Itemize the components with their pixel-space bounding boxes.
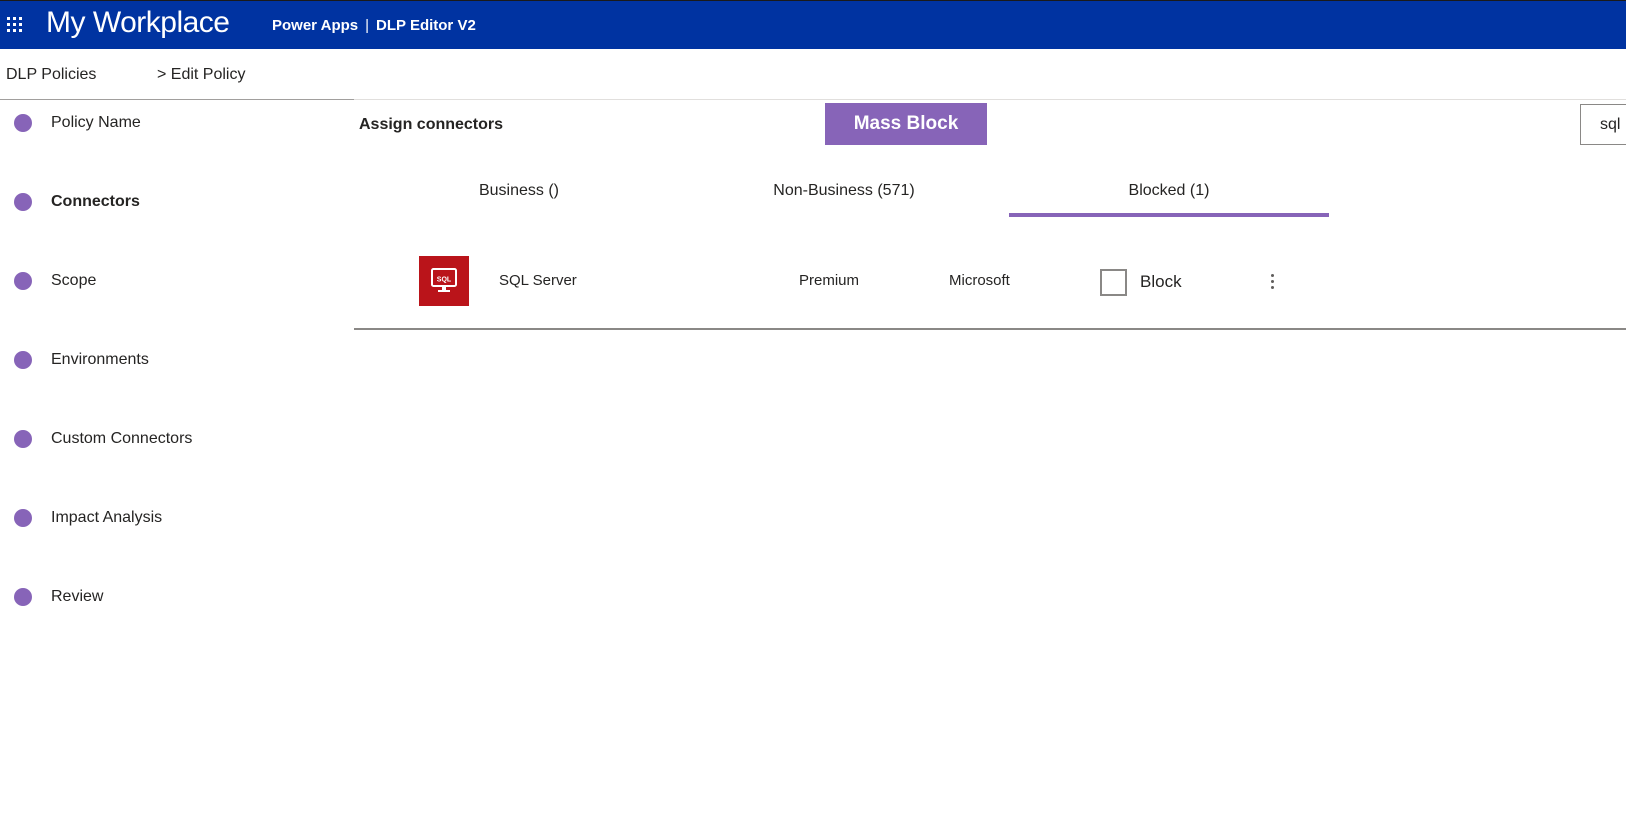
step-dot <box>14 430 32 448</box>
step-connectors[interactable]: Connectors <box>0 184 354 224</box>
step-custom-connectors[interactable]: Custom Connectors <box>0 421 354 461</box>
step-label: Scope <box>51 272 97 289</box>
step-label: Custom Connectors <box>51 430 193 447</box>
connector-tier: Premium <box>799 272 860 289</box>
waffle-icon[interactable] <box>7 17 23 33</box>
sql-icon-text: SQL <box>437 277 452 284</box>
block-checkbox-label[interactable]: Block <box>1140 272 1182 292</box>
step-dot <box>14 272 32 290</box>
step-dot <box>14 588 32 606</box>
step-environments[interactable]: Environments <box>0 342 354 382</box>
header-context: Power Apps | DLP Editor V2 <box>272 17 476 34</box>
breadcrumb-dlp-policies[interactable]: DLP Policies <box>6 66 96 84</box>
breadcrumb: DLP Policies > Edit Policy <box>0 49 354 100</box>
sql-server-icon: SQL <box>419 256 469 306</box>
step-label: Connectors <box>51 193 140 210</box>
step-dot <box>14 509 32 527</box>
connector-classification-tabs: Business () Non-Business (571) Blocked (… <box>359 176 1329 217</box>
header-separator: | <box>365 17 370 34</box>
tab-business[interactable]: Business () <box>359 176 679 217</box>
header-product: Power Apps <box>272 17 359 34</box>
connector-name: SQL Server <box>499 272 577 289</box>
mass-block-button[interactable]: Mass Block <box>825 103 987 145</box>
step-label: Review <box>51 588 104 605</box>
step-label: Policy Name <box>51 114 141 131</box>
tab-non-business[interactable]: Non-Business (571) <box>684 176 1004 217</box>
connector-search-input[interactable] <box>1580 104 1626 145</box>
connector-publisher: Microsoft <box>949 272 1010 289</box>
step-dot <box>14 351 32 369</box>
header-page: DLP Editor V2 <box>376 17 476 34</box>
assign-connectors-title: Assign connectors <box>359 116 504 133</box>
step-impact-analysis[interactable]: Impact Analysis <box>0 500 354 540</box>
step-dot <box>14 114 32 132</box>
block-checkbox[interactable] <box>1100 269 1127 296</box>
content-divider <box>354 99 1626 100</box>
app-title[interactable]: My Workplace <box>46 6 230 40</box>
step-policy-name[interactable]: Policy Name <box>0 105 354 145</box>
step-dot <box>14 193 32 211</box>
connector-row: SQL SQL Server Premium Microsoft Block <box>354 243 1626 330</box>
breadcrumb-edit-policy: > Edit Policy <box>157 66 246 83</box>
step-scope[interactable]: Scope <box>0 263 354 303</box>
step-label: Impact Analysis <box>51 509 163 526</box>
tab-blocked[interactable]: Blocked (1) <box>1009 176 1329 217</box>
more-vertical-icon[interactable] <box>1260 267 1284 295</box>
top-header-bar: My Workplace Power Apps | DLP Editor V2 <box>0 0 1626 49</box>
step-review[interactable]: Review <box>0 579 354 619</box>
step-label: Environments <box>51 351 149 368</box>
